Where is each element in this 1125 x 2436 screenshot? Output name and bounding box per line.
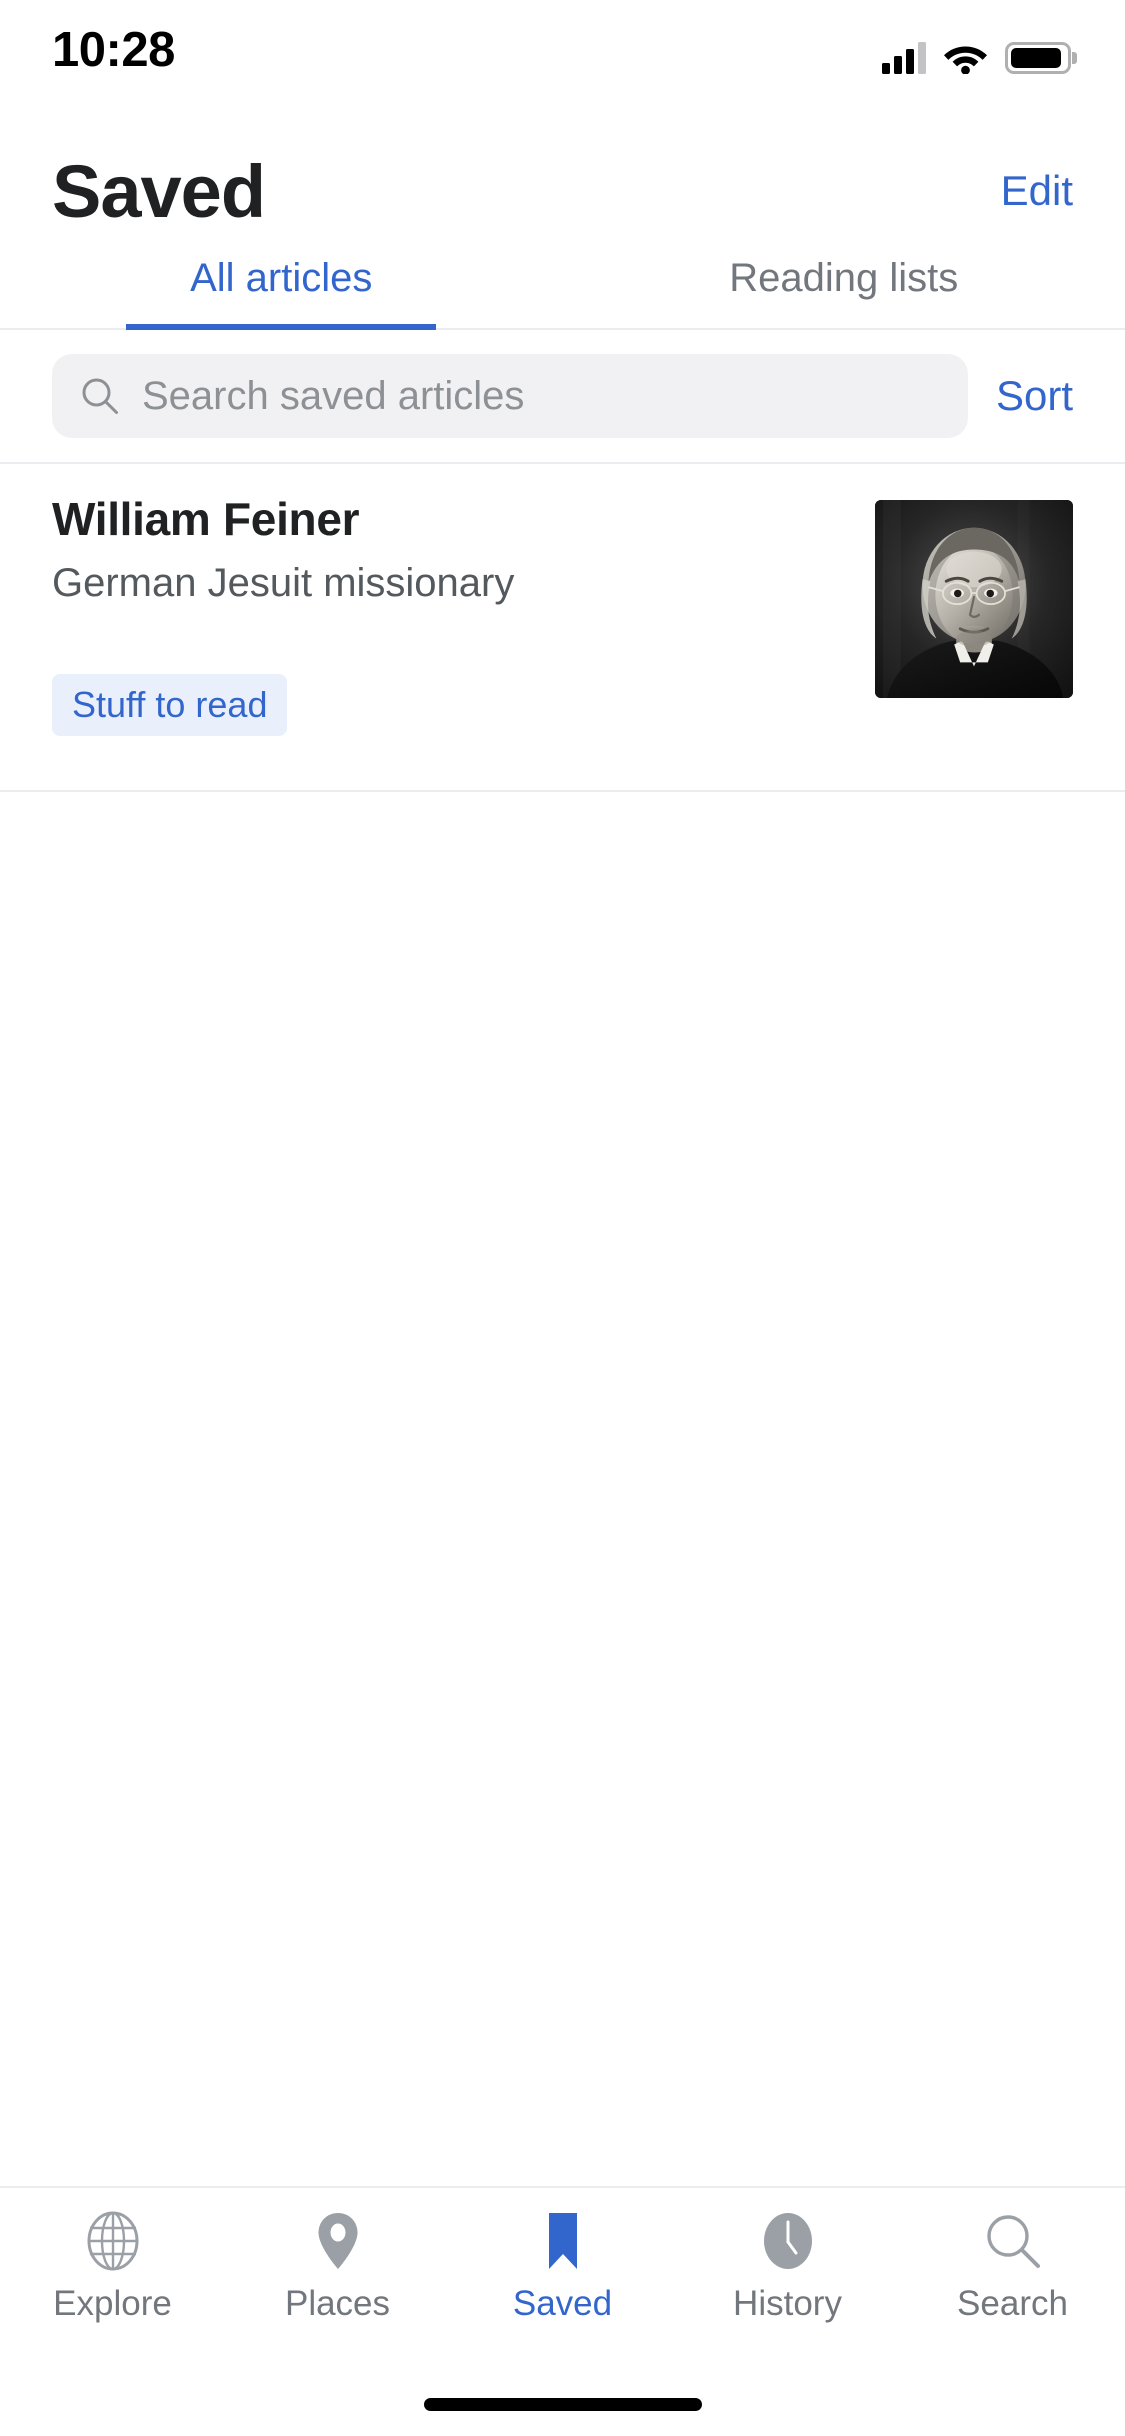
tab-reading-lists-label: Reading lists: [729, 256, 959, 300]
navigation-header: Saved Edit: [0, 132, 1125, 250]
page-title: Saved: [52, 149, 266, 233]
bottom-tab-history[interactable]: History: [675, 2210, 900, 2324]
reading-list-tag[interactable]: Stuff to read: [52, 674, 288, 736]
sort-button[interactable]: Sort: [996, 372, 1073, 420]
search-input[interactable]: Search saved articles: [52, 354, 968, 438]
tab-all-articles[interactable]: All articles: [0, 250, 563, 328]
bottom-tab-search[interactable]: Search: [900, 2210, 1125, 2324]
wifi-icon: [943, 41, 988, 75]
bottom-tab-places[interactable]: Places: [225, 2210, 450, 2324]
bookmark-icon: [532, 2210, 594, 2272]
bottom-tab-history-label: History: [733, 2284, 842, 2323]
battery-icon: [1005, 42, 1071, 74]
clock-icon: [757, 2210, 819, 2272]
cellular-signal-icon: [882, 40, 926, 74]
tab-all-articles-label: All articles: [190, 256, 373, 300]
article-thumbnail: [875, 500, 1073, 698]
map-pin-icon: [307, 2210, 369, 2272]
edit-button[interactable]: Edit: [1001, 167, 1073, 215]
bottom-tab-saved[interactable]: Saved: [450, 2210, 675, 2324]
bottom-tab-search-label: Search: [957, 2284, 1068, 2323]
bottom-tab-places-label: Places: [284, 2284, 391, 2323]
bottom-tab-explore-label: Explore: [53, 2284, 172, 2323]
status-bar-indicators: [882, 28, 1071, 75]
status-bar-time: 10:28: [52, 23, 175, 77]
tab-reading-lists[interactable]: Reading lists: [563, 250, 1125, 328]
home-indicator-bar[interactable]: [423, 2397, 702, 2411]
list-item[interactable]: William Feiner German Jesuit missionary …: [0, 464, 1125, 792]
bottom-tab-saved-label: Saved: [512, 2284, 613, 2323]
article-title: William Feiner: [52, 493, 360, 545]
bottom-tab-explore[interactable]: Explore: [0, 2210, 225, 2324]
search-row: Search saved articles Sort: [0, 330, 1125, 464]
empty-list-space: [0, 792, 1125, 2186]
app-screen: 10:28 Saved Edit All articles Reading li…: [0, 0, 1125, 2436]
bottom-tab-bar: Explore Places Saved History Search: [0, 2186, 1125, 2372]
search-placeholder: Search saved articles: [142, 373, 525, 418]
status-bar: 10:28: [0, 0, 1125, 132]
top-tab-bar: All articles Reading lists: [0, 250, 1125, 330]
article-text-block: William Feiner German Jesuit missionary …: [52, 492, 875, 790]
search-icon: [982, 2210, 1044, 2272]
search-icon: [80, 376, 120, 416]
home-indicator-area: [0, 2372, 1125, 2436]
globe-icon: [82, 2210, 144, 2272]
article-description: German Jesuit missionary: [52, 561, 515, 605]
